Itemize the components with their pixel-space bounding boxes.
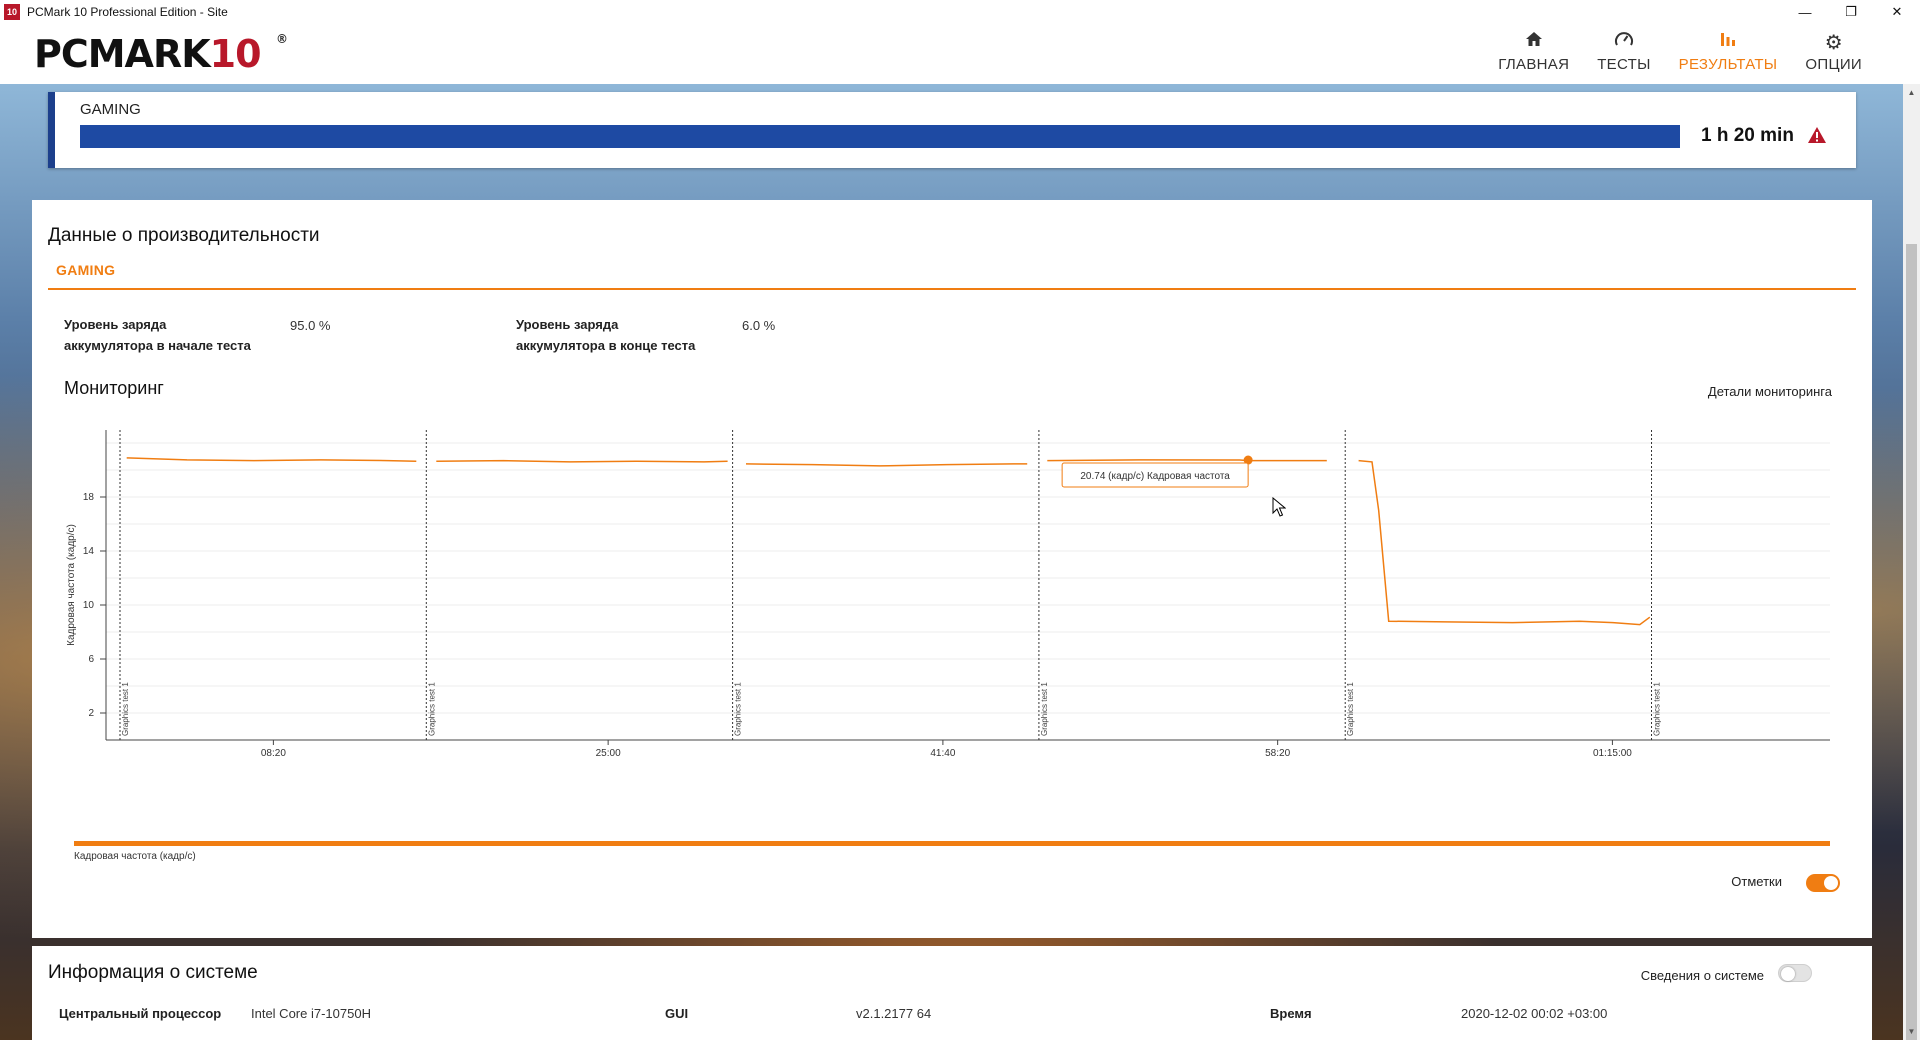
gaming-duration-bar — [80, 125, 1680, 148]
y-tick-label: 2 — [88, 708, 94, 719]
system-info-title: Информация о системе — [48, 962, 258, 983]
marks-label: Отметки — [1731, 874, 1782, 889]
gear-icon: ⚙ — [1824, 32, 1843, 54]
monitoring-title: Мониторинг — [64, 378, 164, 398]
window-title: PCMark 10 Professional Edition - Site — [27, 5, 228, 19]
performance-title: Данные о производительности — [48, 225, 320, 246]
y-tick-label: 14 — [83, 546, 95, 557]
app-header: PCMARK10 ® ГЛАВНАЯ ТЕСТЫ РЕЗУЛЬТАТЫ ⚙ ОПЦ… — [0, 24, 1920, 84]
test-marker-label: Graphics test 1 — [427, 682, 436, 736]
app-icon: 10 — [4, 4, 20, 20]
frame-rate-line — [1047, 459, 1327, 462]
bar-chart-icon — [1719, 30, 1737, 52]
frame-rate-line — [436, 459, 728, 463]
gaming-summary-card: GAMING 1 h 20 min — [48, 92, 1856, 168]
system-info-panel: Информация о системе Сведения о системе … — [32, 946, 1872, 1040]
x-tick-label: 08:20 — [261, 748, 286, 759]
gui-label: GUI — [665, 1006, 689, 1021]
test-marker-label: Graphics test 1 — [1346, 682, 1355, 736]
gaming-duration-value: 1 h 20 min — [1701, 125, 1794, 146]
x-tick-label: 25:00 — [596, 748, 621, 759]
system-details-label: Сведения о системе — [1640, 968, 1764, 983]
y-axis-label: Кадровая частота (кадр/с) — [66, 524, 77, 646]
y-tick-label: 18 — [83, 492, 95, 503]
vertical-scrollbar[interactable]: ▲ ▼ — [1903, 84, 1920, 1040]
minimize-button[interactable]: — — [1782, 0, 1828, 24]
restore-button[interactable]: ❐ — [1828, 0, 1874, 24]
cpu-value: Intel Core i7-10750H — [251, 1006, 371, 1021]
test-marker-label: Graphics test 1 — [1040, 682, 1049, 736]
x-tick-label: 01:15:00 — [1593, 748, 1632, 759]
performance-panel: Данные о производительности GAMING Урове… — [32, 200, 1872, 938]
test-marker-label: Graphics test 1 — [1653, 682, 1662, 736]
close-button[interactable]: ✕ — [1874, 0, 1920, 24]
window-controls: — ❐ ✕ — [1782, 0, 1920, 24]
nav-home[interactable]: ГЛАВНАЯ — [1498, 30, 1569, 73]
frame-rate-line — [745, 463, 1028, 467]
x-tick-label: 41:40 — [930, 748, 955, 759]
warning-icon[interactable] — [1807, 126, 1827, 149]
test-marker-label: Graphics test 1 — [121, 682, 130, 736]
time-label: Время — [1270, 1006, 1312, 1021]
frame-rate-line — [126, 457, 417, 462]
legend-label: Кадровая частота (кадр/с) — [74, 851, 196, 862]
frame-rate-chart[interactable]: 2 6 10 14 18 Кадровая частота (кадр/с) 08:20 25… — [48, 418, 1856, 833]
nav-tests[interactable]: ТЕСТЫ — [1597, 30, 1650, 73]
battery-start-label: Уровень заряда аккумулятора в начале тес… — [64, 317, 251, 353]
battery-end-label: Уровень заряда аккумулятора в конце тест… — [516, 317, 696, 353]
scroll-up-icon[interactable]: ▲ — [1903, 84, 1920, 101]
gaming-summary-label: GAMING — [80, 101, 141, 118]
scroll-down-icon[interactable]: ▼ — [1903, 1023, 1920, 1040]
main-nav: ГЛАВНАЯ ТЕСТЫ РЕЗУЛЬТАТЫ ⚙ ОПЦИИ — [1470, 30, 1862, 73]
mouse-cursor-icon — [1272, 497, 1286, 517]
scroll-thumb[interactable] — [1906, 244, 1917, 1040]
pcmark-logo: PCMARK10 ® — [34, 32, 288, 76]
cpu-label: Центральный процессор — [59, 1006, 222, 1021]
test-marker-label: Graphics test 1 — [734, 682, 743, 736]
y-tick-label: 10 — [83, 600, 95, 611]
frame-rate-line — [1358, 459, 1651, 626]
legend-bar[interactable] — [74, 841, 1830, 846]
home-icon — [1525, 30, 1543, 52]
tooltip-text: 20.74 (кадр/с) Кадровая частота — [1080, 471, 1230, 482]
window-titlebar: 10 PCMark 10 Professional Edition - Site… — [0, 0, 1920, 24]
gui-value: v2.1.2177 64 — [856, 1006, 932, 1021]
marks-toggle[interactable] — [1806, 874, 1840, 892]
battery-start-value: 95.0 % — [290, 318, 331, 333]
tab-gaming[interactable]: GAMING — [56, 262, 115, 278]
system-details-toggle[interactable] — [1778, 964, 1812, 982]
monitoring-details-link[interactable]: Детали мониторинга — [1708, 384, 1832, 399]
x-tick-label: 58:20 — [1265, 748, 1290, 759]
battery-end-value: 6.0 % — [742, 318, 776, 333]
y-tick-label: 6 — [88, 654, 94, 665]
performance-tabs: GAMING — [48, 252, 1856, 290]
nav-options[interactable]: ⚙ ОПЦИИ — [1805, 30, 1862, 73]
time-value: 2020-12-02 00:02 +03:00 — [1461, 1006, 1608, 1021]
gauge-icon — [1614, 30, 1634, 52]
nav-results[interactable]: РЕЗУЛЬТАТЫ — [1679, 30, 1778, 73]
